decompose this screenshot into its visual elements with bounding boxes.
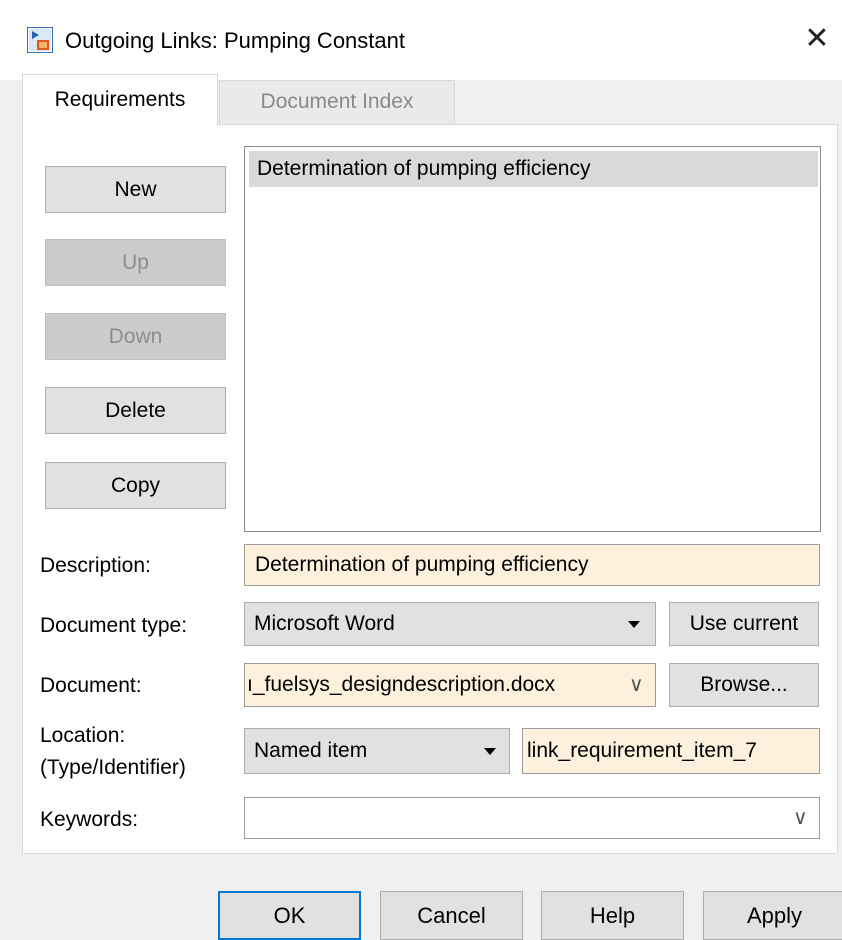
location-identifier-input[interactable]: link_requirement_item_7 xyxy=(522,728,820,774)
chevron-down-icon[interactable]: ∨ xyxy=(629,675,644,695)
simulink-model-icon xyxy=(27,27,53,53)
window-title: Outgoing Links: Pumping Constant xyxy=(65,28,405,53)
document-type-select[interactable]: Microsoft Word xyxy=(244,602,656,646)
tab-document-index[interactable]: Document Index xyxy=(219,80,455,124)
document-type-label: Document type: xyxy=(40,614,188,637)
close-button[interactable]: ✕ xyxy=(792,14,842,66)
location-sublabel: (Type/Identifier) xyxy=(40,756,186,779)
document-type-value: Microsoft Word xyxy=(254,612,395,635)
close-icon: ✕ xyxy=(804,22,830,55)
cancel-button[interactable]: Cancel xyxy=(380,891,523,940)
document-label: Document: xyxy=(40,674,142,697)
location-label: Location: xyxy=(40,724,126,747)
keywords-label: Keywords: xyxy=(40,808,139,831)
up-button[interactable]: Up xyxy=(45,239,226,286)
description-input[interactable]: Determination of pumping efficiency xyxy=(244,544,820,586)
location-type-select[interactable]: Named item xyxy=(244,728,510,774)
description-label: Description: xyxy=(40,554,151,577)
document-combobox[interactable]: ı_fuelsys_designdescription.docx ∨ xyxy=(244,663,656,707)
down-button[interactable]: Down xyxy=(45,313,226,360)
list-item[interactable]: Determination of pumping efficiency xyxy=(249,151,818,187)
new-button[interactable]: New xyxy=(45,166,226,213)
caret-down-icon xyxy=(628,621,640,628)
use-current-button[interactable]: Use current xyxy=(669,602,819,646)
ok-button[interactable]: OK xyxy=(218,891,361,940)
requirements-listbox[interactable]: Determination of pumping efficiency xyxy=(244,146,821,532)
apply-button[interactable]: Apply xyxy=(703,891,842,940)
browse-button[interactable]: Browse... xyxy=(669,663,819,707)
delete-button[interactable]: Delete xyxy=(45,387,226,434)
help-button[interactable]: Help xyxy=(541,891,684,940)
keywords-combobox[interactable]: ∨ xyxy=(244,797,820,839)
chevron-down-icon[interactable]: ∨ xyxy=(793,808,808,828)
caret-down-icon xyxy=(484,748,496,755)
document-value: ı_fuelsys_designdescription.docx xyxy=(247,673,556,696)
tab-requirements[interactable]: Requirements xyxy=(22,74,218,126)
location-type-value: Named item xyxy=(254,739,368,762)
copy-button[interactable]: Copy xyxy=(45,462,226,509)
